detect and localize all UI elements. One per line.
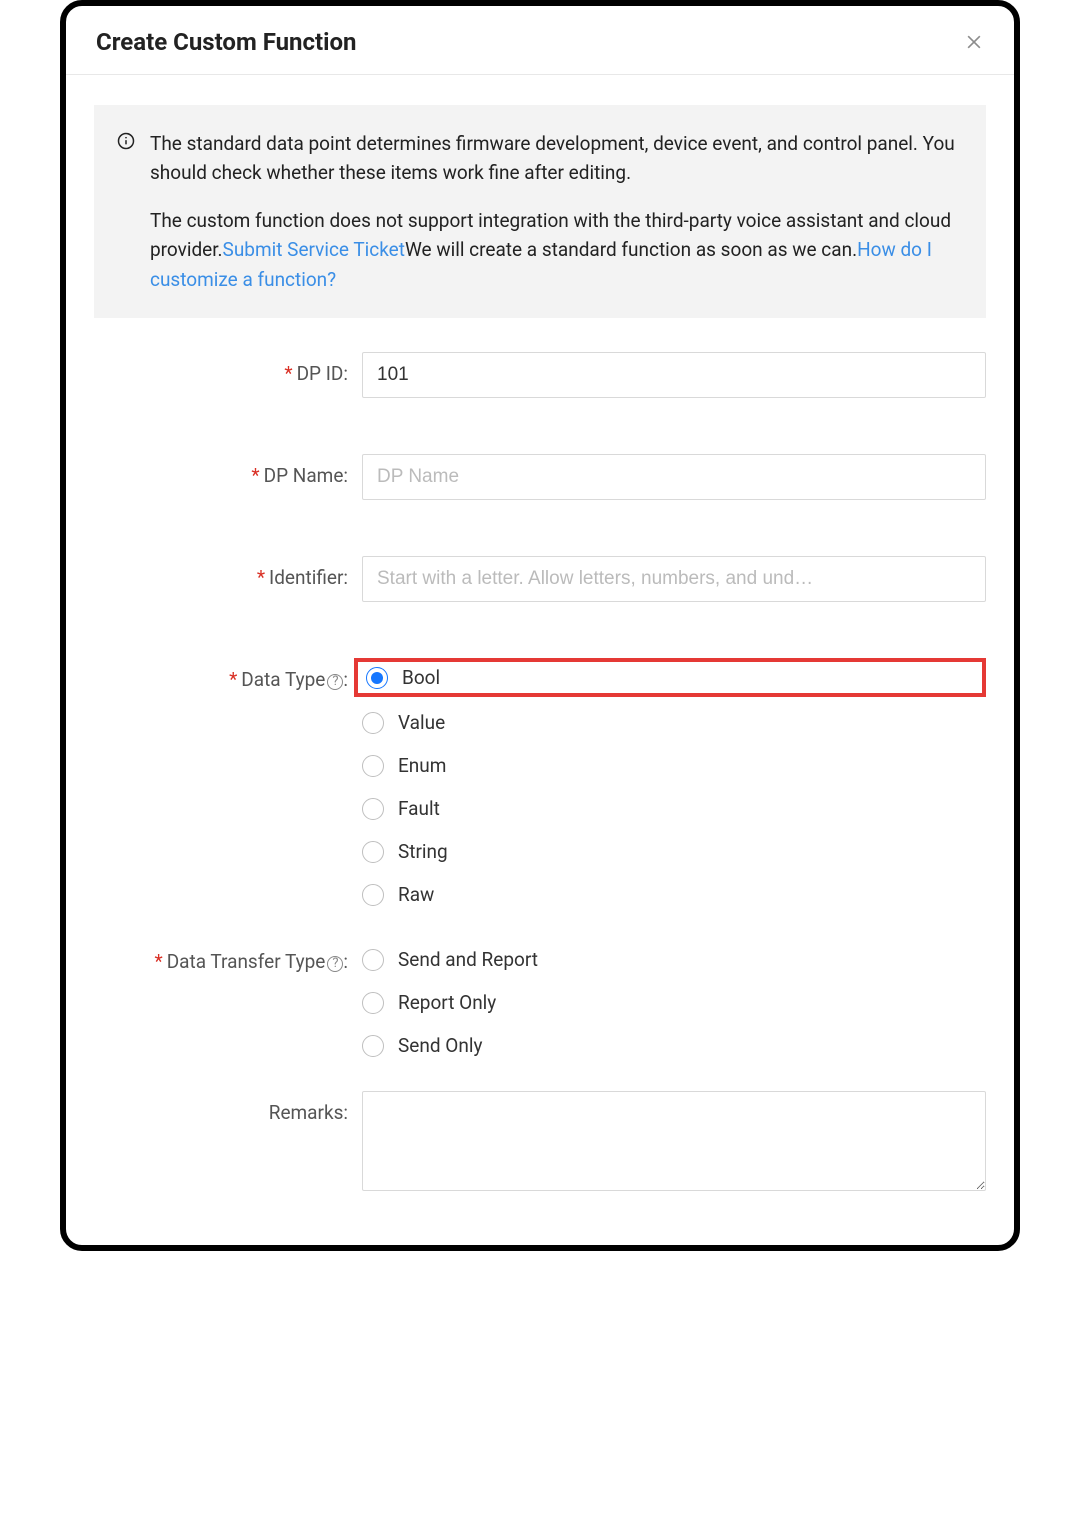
radio-circle-icon <box>362 992 384 1014</box>
radio-transfer-send-only[interactable]: Send Only <box>362 1034 986 1057</box>
radio-circle-icon <box>362 949 384 971</box>
info-icon <box>116 131 136 151</box>
help-icon[interactable]: ? <box>327 674 343 690</box>
create-custom-function-modal: Create Custom Function The standard data… <box>60 0 1020 1251</box>
dp-name-label: *DP Name: <box>94 454 362 487</box>
radio-label: Report Only <box>398 991 496 1014</box>
form-row-dp-name: *DP Name: <box>94 454 986 500</box>
info-box: The standard data point determines firmw… <box>94 105 986 318</box>
form-row-dp-id: *DP ID: <box>94 352 986 398</box>
radio-circle-icon <box>362 1035 384 1057</box>
close-icon[interactable] <box>964 32 984 52</box>
remarks-label: Remarks: <box>94 1091 362 1124</box>
radio-circle-icon <box>362 712 384 734</box>
radio-data-type-raw[interactable]: Raw <box>362 883 986 906</box>
form-row-remarks: Remarks: <box>94 1091 986 1195</box>
radio-circle-icon <box>362 841 384 863</box>
data-type-label: *Data Type?: <box>94 658 362 691</box>
radio-circle-icon <box>362 884 384 906</box>
identifier-label: *Identifier: <box>94 556 362 589</box>
remarks-textarea[interactable] <box>362 1091 986 1191</box>
dp-id-input[interactable] <box>362 352 986 398</box>
data-type-radio-group: Bool Value Enum Fault <box>362 658 986 906</box>
radio-circle-icon <box>366 667 388 689</box>
form-row-identifier: *Identifier: <box>94 556 986 602</box>
data-transfer-label: *Data Transfer Type?: <box>94 940 362 973</box>
radio-data-type-fault[interactable]: Fault <box>362 797 986 820</box>
info-text-2b: We will create a standard function as so… <box>405 238 857 261</box>
radio-label: Enum <box>398 754 446 777</box>
data-transfer-radio-group: Send and Report Report Only Send Only <box>362 940 986 1057</box>
dp-name-input[interactable] <box>362 454 986 500</box>
modal-header: Create Custom Function <box>66 6 1014 75</box>
highlight-box: Bool <box>354 658 986 697</box>
info-paragraph-2: The custom function does not support int… <box>150 206 956 294</box>
help-icon[interactable]: ? <box>327 956 343 972</box>
info-text: The standard data point determines firmw… <box>150 129 956 294</box>
radio-label: Fault <box>398 797 440 820</box>
radio-data-type-value[interactable]: Value <box>362 711 986 734</box>
submit-ticket-link[interactable]: Submit Service Ticket <box>223 238 405 261</box>
radio-transfer-send-report[interactable]: Send and Report <box>362 948 986 971</box>
radio-label: Send Only <box>398 1034 482 1057</box>
radio-data-type-enum[interactable]: Enum <box>362 754 986 777</box>
form-row-data-transfer: *Data Transfer Type?: Send and Report Re… <box>94 940 986 1057</box>
form-row-data-type: *Data Type?: Bool Value <box>94 658 986 906</box>
radio-data-type-bool[interactable]: Bool <box>362 666 440 689</box>
modal-body: The standard data point determines firmw… <box>66 75 1014 1245</box>
radio-label: Raw <box>398 883 434 906</box>
radio-label: Value <box>398 711 445 734</box>
identifier-input[interactable] <box>362 556 986 602</box>
radio-circle-icon <box>362 798 384 820</box>
radio-label: String <box>398 840 448 863</box>
radio-label: Send and Report <box>398 948 538 971</box>
modal-title: Create Custom Function <box>96 28 357 56</box>
radio-data-type-string[interactable]: String <box>362 840 986 863</box>
info-paragraph-1: The standard data point determines firmw… <box>150 129 956 188</box>
radio-label: Bool <box>402 666 440 689</box>
radio-circle-icon <box>362 755 384 777</box>
dp-id-label: *DP ID: <box>94 352 362 385</box>
radio-transfer-report-only[interactable]: Report Only <box>362 991 986 1014</box>
